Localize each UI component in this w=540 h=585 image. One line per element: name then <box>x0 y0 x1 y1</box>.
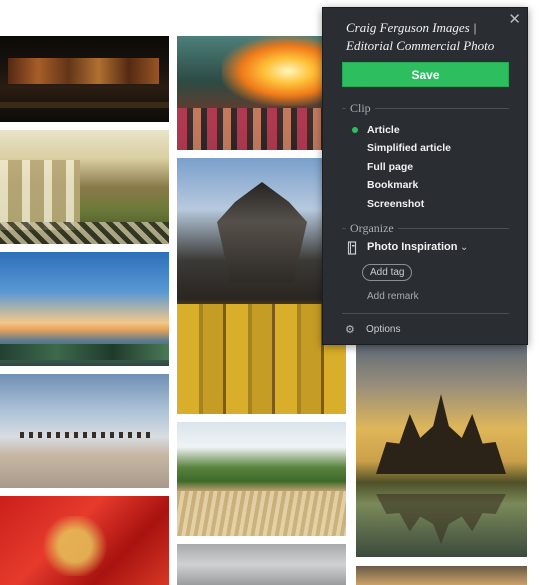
clip-option-full-page[interactable]: Full page <box>367 161 413 173</box>
add-remark-field[interactable]: Add remark <box>367 291 419 302</box>
photo-tile[interactable] <box>356 566 527 585</box>
selected-indicator-icon <box>352 127 358 133</box>
photo-tile[interactable] <box>0 36 169 122</box>
photo-tile[interactable] <box>177 422 346 536</box>
chevron-down-icon[interactable]: ⌄ <box>460 242 468 253</box>
notebook-selector[interactable]: Photo Inspiration <box>367 241 457 253</box>
photo-tile[interactable] <box>0 252 169 366</box>
photo-tile[interactable] <box>177 158 346 414</box>
photo-tile[interactable] <box>0 130 169 244</box>
divider <box>397 228 509 229</box>
options-link[interactable]: Options <box>366 324 400 335</box>
organize-section-header: Organize <box>342 221 509 236</box>
photo-tile[interactable] <box>177 544 346 585</box>
notebook-icon <box>347 241 357 255</box>
clip-option-article[interactable]: Article <box>367 124 400 136</box>
web-clipper-panel: ✕ Craig Ferguson Images | Editorial Comm… <box>322 7 528 345</box>
clip-option-screenshot[interactable]: Screenshot <box>367 198 424 210</box>
divider <box>374 108 509 109</box>
clip-option-simplified-article[interactable]: Simplified article <box>367 142 451 154</box>
clip-option-bookmark[interactable]: Bookmark <box>367 179 418 191</box>
save-button[interactable]: Save <box>342 62 509 87</box>
clip-section-label: Clip <box>350 101 371 115</box>
add-tag-button[interactable]: Add tag <box>362 264 413 281</box>
page-title: Craig Ferguson Images | Editorial Commer… <box>346 20 495 53</box>
clip-section-header: Clip <box>342 101 509 116</box>
photo-tile[interactable] <box>0 496 169 585</box>
photo-tile[interactable] <box>0 374 169 488</box>
gear-icon[interactable]: ⚙ <box>345 323 355 336</box>
organize-section-label: Organize <box>350 221 394 235</box>
photo-tile[interactable] <box>356 344 527 557</box>
divider <box>342 313 509 314</box>
photo-tile[interactable] <box>177 36 346 150</box>
